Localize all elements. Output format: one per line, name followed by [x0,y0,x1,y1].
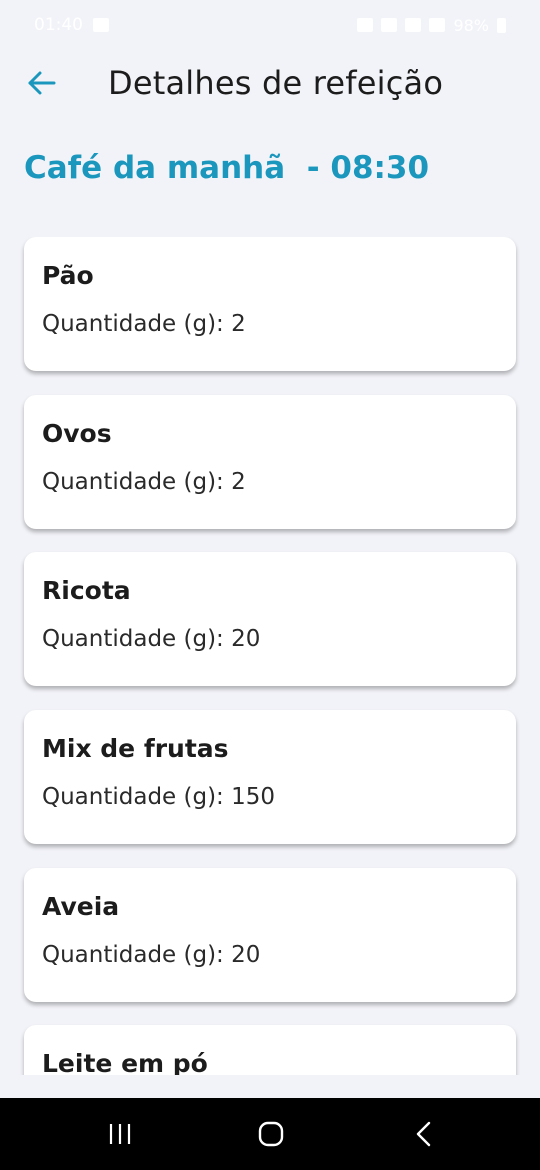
meal-details-screen: 01:40 98% Detalhes de refeição Café da m… [0,0,540,1170]
recents-icon [109,1124,131,1144]
food-item-quantity: Quantidade (g): 150 [42,784,276,810]
meal-heading: Café da manhã - 08:30 [24,150,430,186]
food-item-name: Ovos [42,419,112,448]
home-button[interactable] [251,1118,291,1150]
food-item-card[interactable]: Pão Quantidade (g): 2 [24,237,516,371]
food-item-list[interactable]: Pão Quantidade (g): 2 Ovos Quantidade (g… [0,237,540,1075]
arrow-left-icon [28,71,56,95]
food-item-quantity: Quantidade (g): 20 [42,942,261,968]
system-back-button[interactable] [403,1118,443,1150]
mute-icon [381,18,398,32]
status-time: 01:40 [34,15,83,35]
app-bar: Detalhes de refeição [0,50,540,116]
wifi-icon [405,18,422,32]
gallery-notification-icon [93,18,109,32]
food-item-card[interactable]: Leite em pó [24,1025,516,1075]
signal-icon [429,18,446,32]
food-item-card[interactable]: Aveia Quantidade (g): 20 [24,868,516,1002]
home-icon [258,1121,284,1147]
food-item-name: Ricota [42,576,131,605]
status-left: 01:40 [34,15,109,35]
status-bar: 01:40 98% [0,0,540,50]
food-item-quantity: Quantidade (g): 20 [42,626,261,652]
status-right: 98% [357,16,506,35]
nfc-icon [357,18,374,32]
back-button[interactable] [24,67,60,99]
food-item-name: Leite em pó [42,1049,208,1075]
battery-percent: 98% [453,15,489,35]
food-item-card[interactable]: Mix de frutas Quantidade (g): 150 [24,710,516,844]
back-chevron-icon [416,1121,431,1147]
food-item-card[interactable]: Ovos Quantidade (g): 2 [24,395,516,529]
food-item-name: Aveia [42,892,120,921]
food-item-card[interactable]: Ricota Quantidade (g): 20 [24,552,516,686]
battery-icon [497,17,506,33]
system-nav-bar [0,1098,540,1170]
food-item-quantity: Quantidade (g): 2 [42,311,246,337]
recents-button[interactable] [100,1118,140,1150]
page-title: Detalhes de refeição [108,64,444,102]
food-item-quantity: Quantidade (g): 2 [42,469,246,495]
food-item-name: Pão [42,261,94,290]
food-item-name: Mix de frutas [42,734,229,763]
